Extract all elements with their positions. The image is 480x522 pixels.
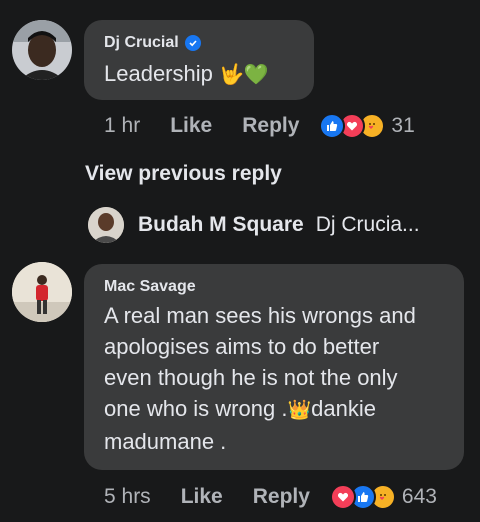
emoji-sequence: 🤟💚 <box>219 64 269 86</box>
avatar-budah-m-square[interactable] <box>88 207 124 243</box>
comment-line-text: one who is wrong . <box>104 396 288 421</box>
reactions-summary[interactable]: 643 <box>329 484 437 510</box>
comment-meta-dj-crucial: 1 hr Like Reply 31 <box>104 113 415 139</box>
comment-time[interactable]: 5 hrs <box>104 485 151 509</box>
like-reaction-icon <box>319 113 346 139</box>
author-name-mac-savage[interactable]: Mac Savage <box>104 278 196 296</box>
reply-preview[interactable]: Budah M Square Dj Crucia... <box>88 207 420 243</box>
reply-author-name[interactable]: Budah M Square <box>138 213 304 237</box>
reply-button[interactable]: Reply <box>253 485 310 509</box>
comment-line: A real man sees his wrongs and <box>104 303 416 328</box>
author-name-dj-crucial[interactable]: Dj Crucial <box>104 34 201 52</box>
author-name-text[interactable]: Dj Crucial <box>104 34 179 52</box>
reply-preview-text: Dj Crucia... <box>315 213 420 236</box>
comment-text-mac-savage: A real man sees his wrongs and apologise… <box>104 300 454 457</box>
love-reaction-icon <box>329 484 356 510</box>
comment-line: apologises aims to do better <box>104 334 380 359</box>
like-button[interactable]: Like <box>181 485 223 509</box>
view-previous-reply-link[interactable]: View previous reply <box>85 162 282 186</box>
reaction-count: 31 <box>391 114 415 137</box>
comment-text: Leadership <box>104 61 213 86</box>
reaction-count: 643 <box>401 485 437 508</box>
crown-emoji: 👑 <box>287 400 312 421</box>
like-button[interactable]: Like <box>170 114 212 138</box>
author-name-text[interactable]: Mac Savage <box>104 278 196 296</box>
reply-button[interactable]: Reply <box>242 114 299 138</box>
comment-line: even though he is not the only <box>104 365 398 390</box>
comment-text-dj-crucial: Leadership 🤟💚 <box>104 58 269 91</box>
avatar-dj-crucial[interactable] <box>12 20 72 80</box>
verified-badge-icon <box>184 35 201 51</box>
comment-meta-mac-savage: 5 hrs Like Reply 643 <box>104 484 437 510</box>
comment-line: one who is wrong .👑dankie <box>104 393 454 426</box>
comment-line: madumane . <box>104 429 227 454</box>
comment-time[interactable]: 1 hr <box>104 114 140 138</box>
avatar-mac-savage[interactable] <box>12 262 72 322</box>
comment-line-tail: dankie <box>311 396 376 421</box>
reactions-summary[interactable]: 31 <box>319 113 415 139</box>
